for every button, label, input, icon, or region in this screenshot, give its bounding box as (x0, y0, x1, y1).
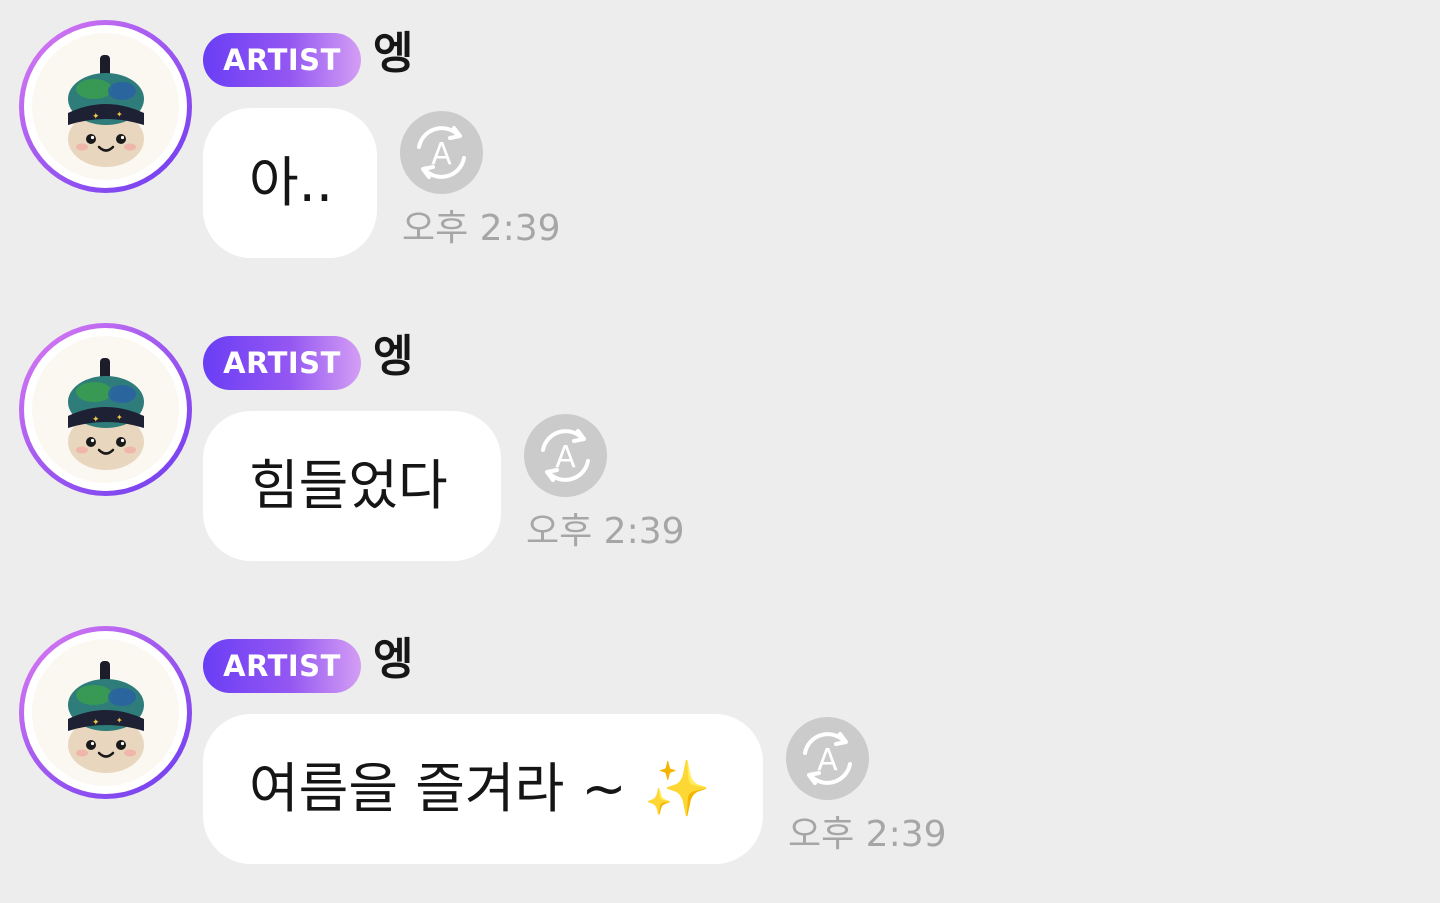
message-bubble[interactable]: 아.. (203, 108, 377, 258)
avatar[interactable]: ✦ ✦ (19, 323, 192, 496)
plush-doll-avatar-icon: ✦ ✦ (32, 639, 179, 786)
svg-text:✦: ✦ (116, 110, 123, 119)
avatar-frame: ✦ ✦ (24, 631, 187, 794)
svg-text:A: A (431, 137, 452, 172)
sender-name[interactable]: 엥 (373, 22, 413, 86)
sender-name[interactable]: 엥 (373, 325, 413, 389)
svg-text:✦: ✦ (92, 112, 100, 122)
artist-badge: ARTIST (203, 336, 361, 390)
message-timestamp: 오후 2:39 (788, 814, 947, 855)
message-bubble[interactable]: 여름을 즐겨라 ~ ✨ (203, 714, 763, 864)
svg-text:✦: ✦ (116, 413, 123, 422)
sparkles-emoji-icon: ✨ (643, 757, 712, 820)
svg-text:✦: ✦ (92, 718, 100, 728)
message-timestamp: 오후 2:39 (526, 511, 685, 552)
artist-badge: ARTIST (203, 639, 361, 693)
svg-text:A: A (555, 440, 576, 475)
message-timestamp: 오후 2:39 (402, 208, 561, 249)
message-bubble[interactable]: 힘들었다 (203, 411, 501, 561)
translate-button[interactable]: A (524, 414, 607, 497)
avatar[interactable]: ✦ ✦ (19, 20, 192, 193)
svg-text:A: A (817, 743, 838, 778)
artist-badge: ARTIST (203, 33, 361, 87)
message-text: 힘들었다 (249, 454, 448, 517)
plush-doll-avatar-icon: ✦ ✦ (32, 336, 179, 483)
plush-doll-avatar-icon: ✦ ✦ (32, 33, 179, 180)
avatar-frame: ✦ ✦ (24, 25, 187, 188)
avatar-frame: ✦ ✦ (24, 328, 187, 491)
sender-name[interactable]: 엥 (373, 628, 413, 692)
avatar[interactable]: ✦ ✦ (19, 626, 192, 799)
translate-button[interactable]: A (400, 111, 483, 194)
chat-message: ✦ ✦ ARTIST 엥 힘들었다 A 오후 2:39 (0, 303, 1440, 561)
svg-text:✦: ✦ (116, 716, 123, 725)
chat-message: ✦ ✦ ARTIST 엥 여름을 즐겨라 ~ ✨ A 오후 2:39 (0, 606, 1440, 864)
chat-message: ✦ ✦ ARTIST 엥 아.. A 오후 2:39 (0, 0, 1440, 258)
translate-icon: A (417, 126, 466, 179)
translate-icon: A (541, 429, 590, 482)
translate-button[interactable]: A (786, 717, 869, 800)
message-text: 아.. (249, 151, 334, 214)
translate-icon: A (803, 732, 852, 785)
svg-text:✦: ✦ (92, 415, 100, 425)
message-text: 여름을 즐겨라 ~ (249, 757, 627, 820)
